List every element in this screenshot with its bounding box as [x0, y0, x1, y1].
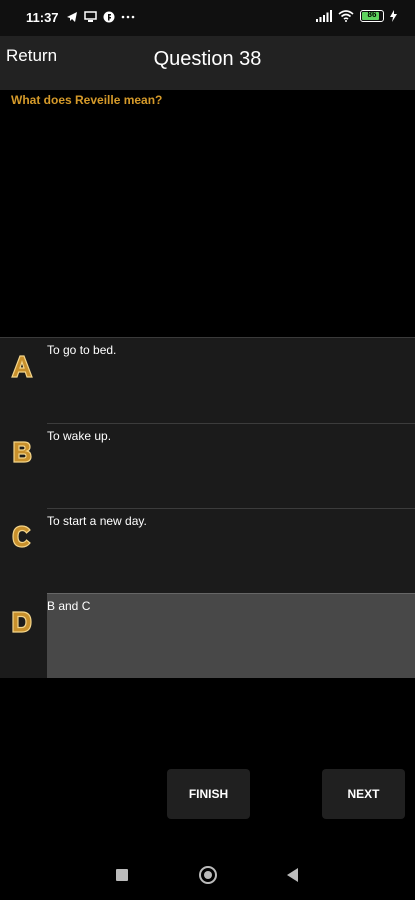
- page-title: Question 38: [153, 48, 262, 70]
- answer-field-d[interactable]: B and C: [47, 593, 415, 678]
- finish-button[interactable]: FINISH: [167, 769, 250, 819]
- answer-field-a[interactable]: To go to bed.: [47, 338, 415, 423]
- signal-icon: [316, 10, 332, 22]
- back-icon[interactable]: [287, 868, 298, 882]
- status-time: 11:37: [26, 10, 59, 25]
- wifi-icon: [338, 10, 354, 22]
- question-text: What does Reveille mean?: [11, 93, 163, 107]
- battery-level: 86: [367, 10, 377, 19]
- app-icon: [103, 11, 115, 23]
- answer-field-b[interactable]: To wake up.: [47, 423, 415, 508]
- telegram-icon: [67, 12, 77, 22]
- status-right-icons: 86: [316, 10, 397, 22]
- recents-icon[interactable]: [116, 869, 128, 881]
- answer-text-a: To go to bed.: [47, 343, 117, 357]
- letter-c-icon: [12, 525, 31, 548]
- next-button[interactable]: NEXT: [322, 769, 405, 819]
- answer-text-b: To wake up.: [47, 429, 112, 443]
- answer-text-c: To start a new day.: [47, 514, 147, 528]
- charging-icon: [390, 10, 397, 22]
- answers-list: To go to bed. To wake up. To start a new…: [0, 337, 415, 678]
- answer-option-b[interactable]: To wake up.: [0, 423, 415, 508]
- answer-field-c[interactable]: To start a new day.: [47, 508, 415, 593]
- letter-d-icon: [12, 611, 32, 633]
- letter-b-icon: [13, 441, 32, 463]
- answer-option-d[interactable]: B and C: [0, 593, 415, 678]
- answer-option-a[interactable]: To go to bed.: [0, 338, 415, 423]
- answer-text-d: B and C: [47, 599, 91, 613]
- more-dots-icon: [121, 15, 135, 19]
- battery-icon: 86: [360, 10, 384, 22]
- home-icon[interactable]: [199, 866, 217, 884]
- status-left-icons: [66, 11, 135, 23]
- monitor-icon: [84, 11, 97, 22]
- app-header: Return Question 38: [0, 36, 415, 90]
- system-nav-bar: [0, 855, 415, 900]
- status-bar: 11:37 86: [0, 0, 415, 36]
- letter-a-icon: [11, 355, 33, 378]
- answer-option-c[interactable]: To start a new day.: [0, 508, 415, 593]
